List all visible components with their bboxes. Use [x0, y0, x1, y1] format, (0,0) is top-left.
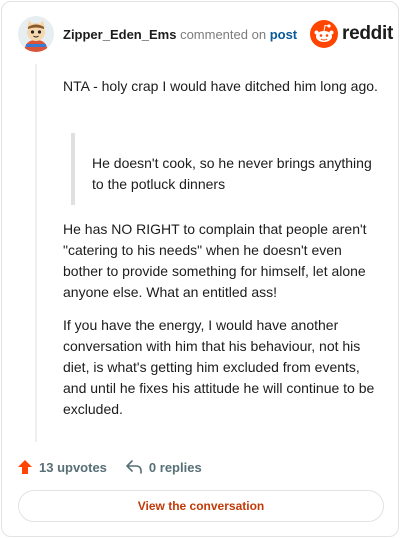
reddit-wordmark: reddit	[342, 23, 393, 44]
thread-line[interactable]	[35, 64, 37, 442]
comment-paragraph-2: He has NO RIGHT to complain that people …	[63, 221, 367, 300]
blockquote-text: He doesn't cook, so he never brings anyt…	[92, 155, 372, 192]
comment-paragraph-3: If you have the energy, I would have ano…	[63, 317, 375, 417]
comment-footer: 13 upvotes 0 replies	[18, 457, 202, 477]
comment-header: Zipper_Eden_Ems commented on post reddit	[2, 2, 400, 66]
post-link[interactable]: post	[270, 27, 297, 42]
author-username[interactable]: Zipper_Eden_Ems	[63, 27, 176, 42]
reddit-snoo-icon	[310, 20, 338, 48]
comment-meta: Zipper_Eden_Ems commented on post	[63, 26, 297, 43]
reddit-logo[interactable]: reddit	[310, 20, 393, 48]
upvote-count: 13 upvotes	[39, 459, 107, 475]
blockquote-bar	[71, 133, 75, 205]
comment-card: Zipper_Eden_Ems commented on post reddit…	[1, 1, 399, 537]
reply-count: 0 replies	[148, 459, 202, 475]
avatar-icon	[18, 16, 54, 52]
view-conversation-button[interactable]: View the conversation	[18, 490, 384, 522]
reply-control[interactable]: 0 replies	[126, 460, 202, 475]
user-avatar[interactable]	[18, 16, 54, 52]
commented-on-label: commented on	[180, 27, 267, 42]
upvote-control[interactable]: 13 upvotes	[18, 460, 107, 475]
comment-paragraph-1: NTA - holy crap I would have ditched him…	[63, 78, 378, 94]
upvote-arrow-icon[interactable]	[18, 460, 32, 474]
reply-arrow-icon[interactable]	[126, 460, 142, 474]
